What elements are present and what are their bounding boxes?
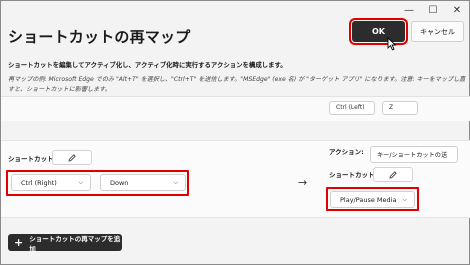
cancel-button[interactable]: キャンセル	[411, 21, 464, 42]
example-text: 再マップの例: Microsoft Edge でのみ "Alt+T" を選択し、…	[8, 76, 466, 93]
window-controls: — ☐ ✕	[397, 1, 469, 19]
description-text: ショートカットを編集してアクティブ化し、アクティブ化時に実行するアクションを構成…	[8, 61, 287, 69]
maximize-button[interactable]: ☐	[421, 1, 445, 19]
highlight-box-shortcut-keys	[6, 170, 189, 196]
arrow-right-icon: →	[298, 176, 308, 189]
add-shortcut-remap-button[interactable]: + ショートカットの再マップを追加	[8, 234, 122, 253]
edit-target-shortcut-button[interactable]	[373, 167, 413, 182]
plus-icon: +	[14, 235, 24, 249]
pencil-icon	[389, 170, 397, 178]
pencil-icon	[68, 153, 76, 161]
action-label: アクション:	[329, 148, 364, 156]
previous-second-field[interactable]: Z	[382, 101, 418, 115]
close-button[interactable]: ✕	[445, 1, 469, 19]
edit-shortcut-button[interactable]	[52, 150, 92, 165]
minimize-button[interactable]: —	[397, 1, 421, 19]
shortcut-label: ショートカット:	[8, 155, 57, 163]
mouse-cursor-icon	[387, 37, 397, 51]
target-shortcut-label: ショートカット:	[329, 171, 378, 179]
highlight-box-target-key	[326, 187, 419, 211]
previous-key-select[interactable]: Ctrl (Left)	[329, 101, 375, 115]
action-type-select[interactable]: キー/ショートカットの送	[370, 146, 458, 163]
add-shortcut-remap-label: ショートカットの再マップを追加	[29, 234, 121, 253]
page-title: ショートカットの再マップ	[8, 28, 191, 46]
remap-shortcuts-window: — ☐ ✕ ショートカットの再マップ OK キャンセル ショートカットを編集して…	[0, 0, 470, 265]
action-type-value: キー/ショートカットの送	[377, 152, 448, 159]
